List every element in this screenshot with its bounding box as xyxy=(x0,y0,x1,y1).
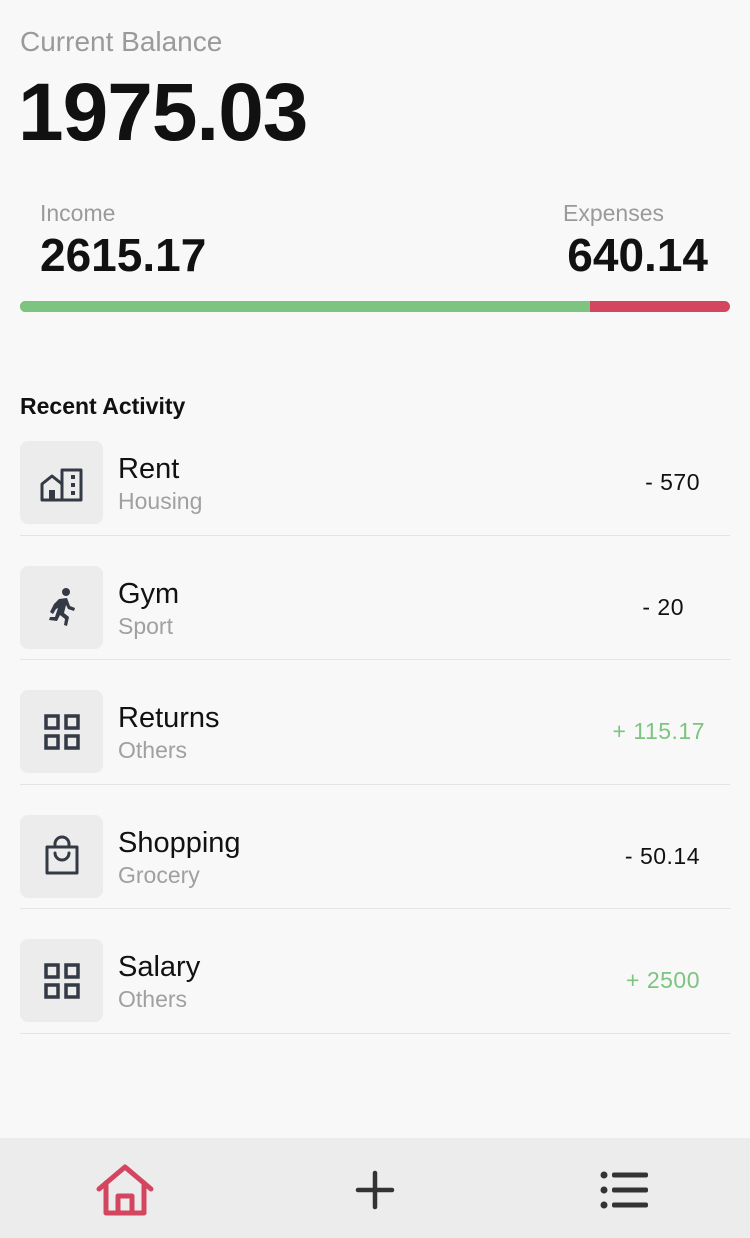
shopping-bag-icon xyxy=(45,835,78,875)
activity-amount: - 20 xyxy=(642,593,684,620)
expenses-value: 640.14 xyxy=(567,229,708,281)
bottom-nav xyxy=(0,1138,750,1238)
activity-category: Housing xyxy=(118,488,203,514)
grid-icon xyxy=(43,713,80,750)
activity-category: Sport xyxy=(118,612,173,639)
activity-category: Others xyxy=(118,986,188,1012)
grid-icon xyxy=(43,962,80,999)
activity-name: Gym xyxy=(118,577,180,610)
activity-name: Shopping xyxy=(118,826,241,859)
activity-name: Rent xyxy=(118,453,180,485)
nav-list-button[interactable] xyxy=(593,1158,657,1222)
activity-icon-box xyxy=(20,690,103,773)
nav-home-button[interactable] xyxy=(93,1158,157,1222)
activity-list: Rent Housing - 570 Gym Sport - 20 Return… xyxy=(20,441,730,1064)
activity-icon-box xyxy=(20,441,103,524)
activity-icon-box xyxy=(20,939,103,1022)
building-icon xyxy=(40,468,82,501)
activity-name: Returns xyxy=(118,702,220,734)
activity-category: Grocery xyxy=(118,861,200,888)
activity-amount: + 2500 xyxy=(626,967,700,993)
income-value: 2615.17 xyxy=(40,229,207,281)
activity-icon-box xyxy=(20,565,103,649)
activity-amount: - 570 xyxy=(645,469,700,495)
activity-row[interactable]: Shopping Grocery - 50.14 xyxy=(20,814,730,940)
running-icon xyxy=(48,588,75,626)
income-bar-fill xyxy=(20,301,591,312)
home-icon xyxy=(96,1164,154,1216)
activity-name: Salary xyxy=(118,951,201,983)
nav-add-button[interactable] xyxy=(343,1158,407,1222)
activity-icon-box xyxy=(20,814,103,898)
activity-row[interactable]: Gym Sport - 20 xyxy=(20,565,730,691)
activity-row[interactable]: Rent Housing - 570 xyxy=(20,441,730,566)
balance-value: 1975.03 xyxy=(18,67,308,158)
balance-label: Current Balance xyxy=(20,26,223,57)
plus-icon xyxy=(355,1170,395,1210)
income-label: Income xyxy=(40,200,116,226)
activity-row[interactable]: Returns Others + 115.17 xyxy=(20,690,730,815)
activity-amount: - 50.14 xyxy=(624,842,700,869)
income-expense-bar xyxy=(20,301,730,312)
activity-amount: + 115.17 xyxy=(612,718,705,744)
expenses-label: Expenses xyxy=(562,200,664,226)
activity-row[interactable]: Salary Others + 2500 xyxy=(20,939,730,1064)
list-icon xyxy=(600,1171,648,1209)
activity-category: Others xyxy=(118,737,188,763)
recent-activity-title: Recent Activity xyxy=(20,393,186,419)
